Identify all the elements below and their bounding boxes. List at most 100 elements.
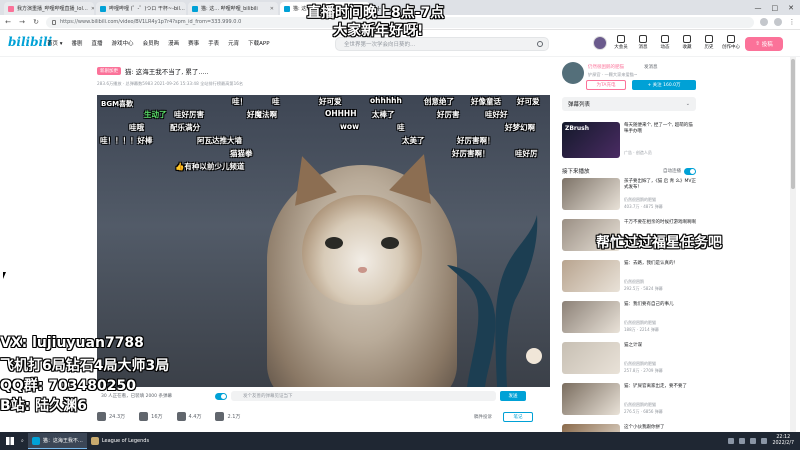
recommendation-uploader[interactable]: 仍然很困鹅的肥猫 [624,197,656,203]
danmaku-comment: OHHHH [325,109,357,118]
browser-menu-icon[interactable]: ⋮ [788,18,796,26]
nav-download-app[interactable]: 下载APP [248,39,269,47]
user-avatar[interactable] [593,36,607,50]
recommendation-uploader[interactable]: 仍然很困鹅的肥猫 [624,320,656,326]
recommendation-title[interactable]: 猫：铲屎官离家出走，要不要了 [624,384,696,390]
danmaku-toggle[interactable] [215,392,227,400]
danmaku-comment: 猫猫拳 [230,149,253,158]
nav-manga[interactable]: 漫画 [168,39,179,47]
nav-history[interactable]: 历史 [700,35,718,50]
close-tab-icon[interactable]: ✕ [91,6,94,12]
recommendation-title[interactable]: 这个小伙我跟你拼了 [624,425,696,431]
nav-watch[interactable]: 手表 [208,39,219,47]
recommendation-title[interactable]: 猫：去路，我们是认真的！ [624,261,696,267]
recommendation-card[interactable]: 猫：去路，我们是认真的！ 仍然很困鹅 292.5万 · 5824 弹幕 [562,260,696,294]
like-button[interactable]: 24.3万 [97,412,125,421]
send-message-link[interactable]: 发消息 [644,64,658,70]
close-tab-icon[interactable]: ✕ [270,6,274,12]
recommendation-title[interactable]: 猫之计谋 [624,343,696,349]
recommendation-card[interactable]: 猫：我们要有自己的事儿 仍然很困鹅的肥猫 188万 · 2214 弹幕 [562,301,696,335]
overlay-request: 帮忙过过福星任务吧 [596,235,722,251]
player-mascot-icon[interactable] [526,348,542,364]
recommendation-thumbnail[interactable] [562,260,620,292]
note-button[interactable]: 笔记 [503,412,533,422]
nav-vip[interactable]: 大会员 [612,35,630,50]
danmaku-input[interactable]: 发个友善的弹幕见证当下 [231,391,496,401]
recommendation-thumbnail[interactable] [562,342,620,374]
browser-tab[interactable]: 哔哩哔哩 (゜-゜)つロ 干杯~-bil…✕ [96,2,186,15]
tray-icon[interactable] [739,438,746,444]
recommendation-thumbnail[interactable] [562,383,620,415]
maximize-button[interactable]: □ [772,4,779,12]
nav-esports[interactable]: 赛事 [188,39,199,47]
share-button[interactable]: 2.1万 [215,412,240,421]
danmaku-list-toggle[interactable]: 弹幕列表 ⌄ [562,97,696,111]
nav-creator-center[interactable]: 创作中心 [722,35,740,50]
report-link[interactable]: 稿件投诉 [474,414,492,420]
league-icon [90,437,99,445]
reload-button[interactable]: ↻ [32,18,40,26]
recommendation-title[interactable]: 千万不要在相亲的时候打游戏啊啊啊 [624,220,696,226]
danmaku-send-button[interactable]: 发送 [500,391,526,401]
coin-button[interactable]: 16万 [139,412,163,421]
upload-button[interactable]: ⇧ 投稿 [745,37,783,51]
overlay-bilibili-id: B站: 陆久渊6 [0,398,87,414]
tray-icon[interactable] [728,438,735,444]
recommendation-uploader[interactable]: 仍然很困鹅 [624,279,644,285]
ad-card[interactable]: ZBrush 每天随便来个, 捏了一个, 超萌的猫咪手办哦 广告 · 创造人员 [562,122,696,158]
minimize-button[interactable]: — [755,4,762,12]
video-player[interactable]: BGM喜歡 哇！哇好可爱 ohhhhh 创意绝了 好像童话 好可爱 生动了 哇好厉害 好魔法啊… [97,95,550,387]
charge-button[interactable]: 为TA充电 [586,80,626,90]
danmaku-comment: 创意绝了 [424,97,454,106]
volume-icon[interactable] [750,438,757,444]
danmaku-comment: 哇好厉害 [174,110,204,119]
video-title-row: 新剧加更 猫: 这海王我不当了, 累了..... [97,66,209,76]
start-button[interactable] [3,432,17,450]
recommendation-uploader[interactable]: 仍然很困鹅的肥猫 [624,361,656,367]
favorite-button[interactable]: 4.4万 [176,412,201,421]
video-actions: 24.3万 16万 4.4万 2.1万 [97,412,240,421]
lock-icon [52,19,56,25]
recommendation-uploader[interactable]: 仍然很困鹅的肥猫 [624,402,656,408]
recommendation-title[interactable]: 猫：我们要有自己的事儿 [624,302,696,308]
browser-tab[interactable]: 猫: 这... 哔哩哔哩_bilibili ✕ [188,2,278,15]
nav-dynamics[interactable]: 动态 [656,35,674,50]
recommendation-card[interactable]: 猫之计谋 仍然很困鹅的肥猫 257.8万 · 2709 弹幕 [562,342,696,376]
close-window-button[interactable]: ✕ [788,4,794,12]
browser-tab[interactable]: 我方演重播_哔哩哔哩直播_lol… ✕ [4,2,94,15]
nav-messages[interactable]: 消息 [634,35,652,50]
page-scrollbar[interactable] [790,57,796,432]
taskbar-search-icon[interactable]: ⌕ [17,433,28,449]
danmaku-comment: 生动了 [144,110,167,119]
star-icon [683,35,691,43]
recommendation-thumbnail[interactable] [562,178,620,210]
uploader-name[interactable]: 仍然很困鹅的肥猫 [588,64,624,70]
taskbar-item-lol[interactable]: League of Legends [87,433,153,449]
forward-button[interactable]: → [18,18,26,26]
profile-icon[interactable] [774,18,782,26]
uploader-avatar[interactable] [562,62,584,84]
recommendation-card[interactable]: 猫：铲屎官离家出走，要不要了 仍然很困鹅的肥猫 276.5万 · 6856 弹幕 [562,383,696,417]
follow-button[interactable]: + 关注 160.0万 [632,80,696,90]
search-icon[interactable] [537,41,543,47]
scrollbar-thumb[interactable] [791,59,795,189]
nav-anime[interactable]: 番剧 [72,39,83,47]
autoplay-toggle[interactable] [684,167,696,175]
nav-lantern[interactable]: 元宵 [228,39,239,47]
network-icon[interactable] [761,438,768,444]
recommendation-card[interactable]: 孩子要出嫁了，《猫 启 青 么》MV正式发布！ 仍然很困鹅的肥猫 403.7万 · … [562,178,696,212]
taskbar-item-browser[interactable]: 猫：这海王我不… [27,433,87,449]
nav-mall[interactable]: 会员购 [143,39,160,47]
nav-home[interactable]: 首页 ▾ [47,39,63,47]
recommendation-thumbnail[interactable] [562,301,620,333]
nav-live[interactable]: 直播 [92,39,103,47]
back-button[interactable]: ← [4,18,12,26]
windows-icon [6,437,14,445]
nav-game-center[interactable]: 游戏中心 [112,39,134,47]
clock[interactable]: 22:12 2022/2/7 [772,435,794,447]
nav-favorites[interactable]: 收藏 [678,35,696,50]
recommendation-title[interactable]: 孩子要出嫁了，《猫 启 青 么》MV正式发布！ [624,179,696,191]
mouse-cursor [3,272,6,279]
extension-icon[interactable] [760,18,768,26]
site-logo[interactable]: bilibili [8,35,52,49]
